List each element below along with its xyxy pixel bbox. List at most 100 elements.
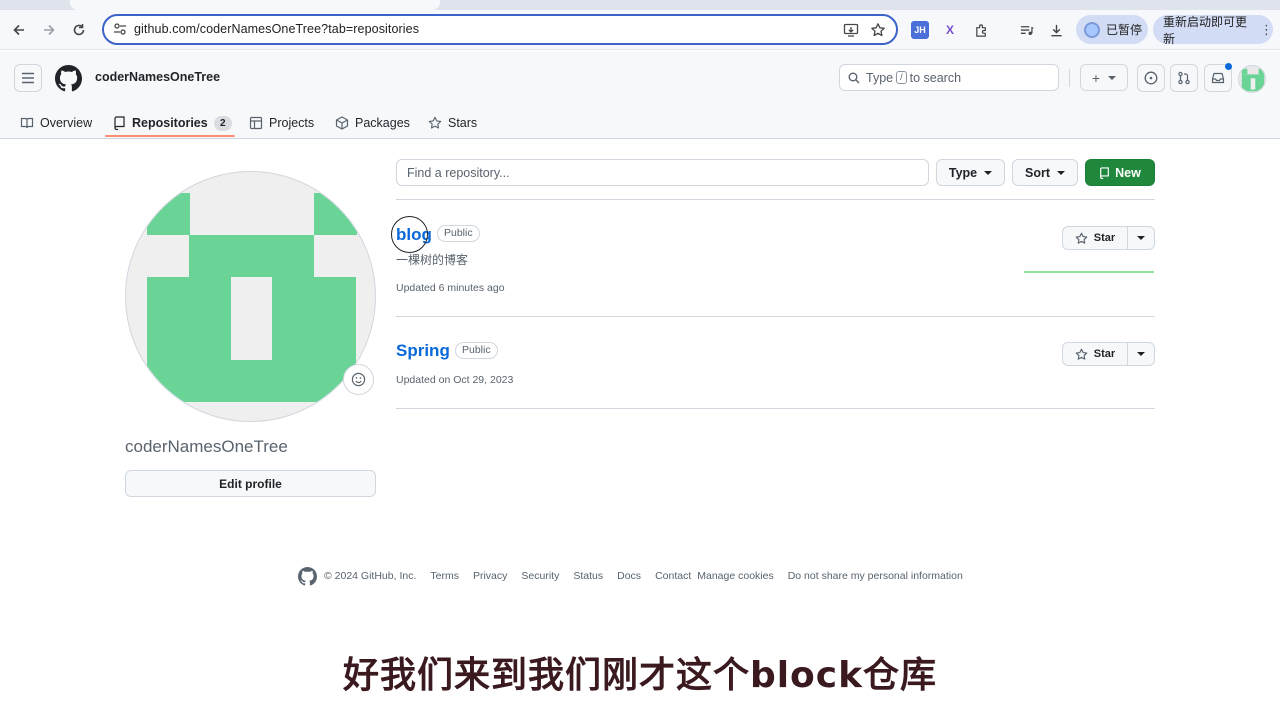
footer-link-terms[interactable]: Terms: [430, 570, 459, 582]
tab-projects-label: Projects: [269, 116, 315, 130]
issues-button[interactable]: [1137, 64, 1165, 92]
activity-sparkline: [1024, 271, 1154, 273]
star-button[interactable]: Star: [1063, 227, 1128, 249]
profile-status: 已暂停: [1106, 23, 1143, 37]
caret-down-icon: [984, 170, 993, 175]
back-button[interactable]: [9, 20, 29, 40]
repo-updated: Updated 6 minutes ago: [396, 282, 505, 294]
star-label: Star: [1093, 232, 1116, 244]
reload-icon: [73, 24, 85, 36]
plus-icon: +: [1091, 69, 1101, 86]
list-divider: [396, 408, 1155, 409]
bookmark-star-icon[interactable]: [870, 22, 886, 38]
smiley-icon: [351, 372, 366, 387]
update-button[interactable]: 重新启动即可更新 ⋮: [1153, 14, 1273, 46]
update-label: 重新启动即可更新: [1163, 14, 1248, 46]
url-text[interactable]: github.com/coderNamesOneTree?tab=reposit…: [134, 22, 419, 36]
repo-icon: [114, 116, 125, 130]
footer-link-docs[interactable]: Docs: [617, 570, 641, 582]
sort-label: Sort: [1025, 165, 1050, 180]
tab-repositories-label: Repositories: [132, 116, 208, 130]
footer-link-status[interactable]: Status: [573, 570, 603, 582]
reload-button[interactable]: [69, 20, 89, 40]
pull-requests-button[interactable]: [1170, 64, 1198, 92]
jh-extension-icon[interactable]: JH: [911, 21, 929, 39]
tab-packages[interactable]: Packages: [335, 107, 410, 139]
list-divider: [396, 316, 1155, 317]
footer-link-contact[interactable]: Contact: [655, 570, 691, 582]
inbox-icon: [1211, 72, 1225, 84]
install-app-icon[interactable]: [843, 22, 859, 38]
tab-projects[interactable]: Projects: [249, 107, 314, 139]
forward-button[interactable]: [39, 20, 59, 40]
repo-link-spring[interactable]: Spring: [396, 341, 450, 361]
profile-avatar[interactable]: [125, 171, 376, 422]
global-search[interactable]: Type / to search: [839, 64, 1059, 91]
repositories-count-badge: 2: [213, 115, 232, 131]
visibility-badge: Public: [455, 342, 498, 359]
user-avatar[interactable]: [1238, 65, 1266, 93]
star-list-dropdown[interactable]: [1128, 343, 1154, 365]
site-settings-icon[interactable]: [113, 22, 127, 36]
arrow-left-icon: [13, 24, 24, 36]
star-button-group: Star: [1062, 226, 1155, 250]
media-button[interactable]: [1016, 20, 1036, 40]
book-icon: [20, 117, 34, 129]
repo-updated: Updated on Oct 29, 2023: [396, 374, 514, 386]
new-repository-button[interactable]: New: [1085, 159, 1155, 186]
tab-overview[interactable]: Overview: [20, 107, 92, 139]
arrow-right-icon: [44, 24, 55, 36]
set-status-button[interactable]: [343, 364, 374, 395]
downloads-button[interactable]: [1046, 20, 1066, 40]
tab-stars-label: Stars: [448, 116, 478, 130]
create-new-button[interactable]: +: [1080, 64, 1128, 91]
search-shortcut-key: /: [896, 71, 907, 84]
profile-button[interactable]: 已暂停: [1076, 15, 1148, 44]
address-bar[interactable]: github.com/coderNamesOneTree?tab=reposit…: [102, 14, 898, 45]
repo-description: 一棵树的博客: [396, 253, 469, 267]
tab-overview-label: Overview: [40, 116, 93, 130]
hamburger-icon: [22, 72, 34, 84]
table-icon: [249, 116, 263, 130]
caret-down-icon: [1057, 170, 1065, 175]
footer-link-security[interactable]: Security: [521, 570, 559, 582]
header-username[interactable]: coderNamesOneTree: [95, 70, 220, 84]
star-list-dropdown[interactable]: [1128, 227, 1154, 249]
footer-link-manage-cookies[interactable]: Manage cookies: [697, 570, 773, 582]
identicon-large-icon: [147, 193, 357, 402]
type-filter-button[interactable]: Type: [936, 159, 1005, 186]
find-repository-input[interactable]: Find a repository...: [396, 159, 929, 186]
footer-link-privacy[interactable]: Privacy: [473, 570, 507, 582]
star-icon: [428, 116, 442, 129]
puzzle-icon: [975, 23, 986, 37]
git-pull-request-icon: [1178, 71, 1190, 85]
video-subtitle: 好我们来到我们刚才这个block仓库: [342, 655, 938, 696]
github-logo-icon[interactable]: [55, 65, 82, 92]
browser-active-tab[interactable]: [70, 0, 440, 10]
search-prefix: Type: [866, 70, 894, 85]
visibility-badge: Public: [437, 225, 480, 242]
playlist-icon: [1020, 25, 1034, 35]
star-button[interactable]: Star: [1063, 343, 1128, 365]
footer-link-do-not-share[interactable]: Do not share my personal information: [788, 570, 963, 582]
sort-button[interactable]: Sort: [1012, 159, 1078, 186]
download-icon: [1050, 24, 1062, 36]
profile-name: coderNamesOneTree: [125, 437, 288, 456]
profile-avatar-icon: [1084, 21, 1100, 38]
extensions-button[interactable]: [971, 20, 991, 40]
footer: © 2024 GitHub, Inc. Terms Privacy Securi…: [298, 566, 963, 586]
menu-button[interactable]: [14, 64, 42, 92]
search-suffix: to search: [909, 70, 962, 85]
search-icon: [848, 72, 860, 83]
footer-copyright: © 2024 GitHub, Inc.: [324, 570, 417, 582]
tab-packages-label: Packages: [355, 116, 410, 130]
edit-profile-button[interactable]: Edit profile: [125, 470, 376, 497]
caret-down-icon: [1137, 352, 1145, 356]
notification-dot: [1225, 63, 1232, 70]
star-button-group: Star: [1062, 342, 1155, 366]
x-extension-icon[interactable]: X: [941, 21, 959, 39]
github-footer-logo-icon[interactable]: [298, 566, 317, 586]
caret-down-icon: [1108, 75, 1117, 80]
tab-stars[interactable]: Stars: [428, 107, 477, 139]
more-menu-icon[interactable]: ⋮: [1260, 22, 1273, 38]
